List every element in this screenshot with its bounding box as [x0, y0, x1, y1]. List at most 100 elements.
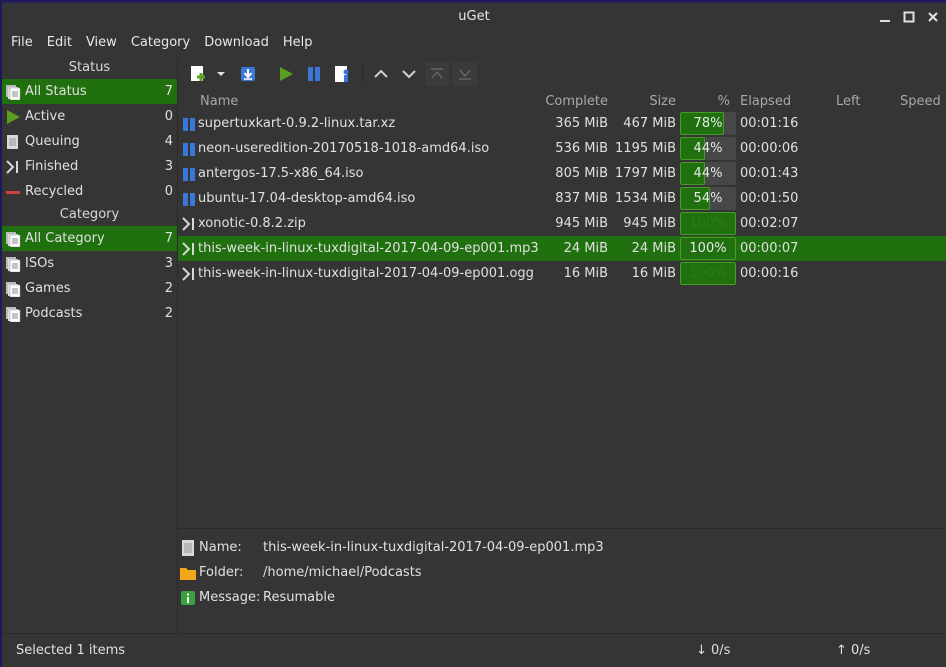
row-progress: 100%	[676, 212, 736, 235]
sidebar-item-queuing[interactable]: Queuing 4	[2, 129, 177, 154]
column-header-percent[interactable]: %	[676, 94, 734, 109]
table-row[interactable]: antergos-17.5-x86_64.iso 805 MiB 1797 MiB 4…	[178, 161, 946, 186]
sidebar-item-label: All Status	[25, 84, 87, 99]
row-name: xonotic-0.8.2.zip	[198, 216, 306, 231]
selection-status: Selected 1 items	[16, 643, 126, 658]
pause-icon	[178, 192, 198, 206]
finished-icon	[5, 159, 21, 175]
pause-icon	[178, 142, 198, 156]
move-top-button[interactable]	[425, 62, 449, 86]
minimize-icon	[880, 20, 890, 22]
menu-file[interactable]: File	[4, 31, 40, 55]
sidebar-item-count: 7	[164, 84, 173, 99]
row-elapsed: 00:00:06	[740, 141, 799, 156]
category-icon	[5, 231, 21, 247]
detail-folder-row: Folder: /home/michael/Podcasts	[178, 560, 946, 585]
table-row[interactable]: supertuxkart-0.9.2-linux.tar.xz 365 MiB 46…	[178, 111, 946, 136]
table-row[interactable]: neon-useredition-20170518-1018-amd64.iso…	[178, 136, 946, 161]
row-progress: 54%	[676, 187, 736, 210]
row-complete: 536 MiB	[555, 141, 608, 156]
row-progress: 100%	[676, 262, 736, 285]
table-row[interactable]: this-week-in-linux-tuxdigital-2017-04-09…	[178, 261, 946, 286]
table-row[interactable]: xonotic-0.8.2.zip 945 MiB 945 MiB 100% 00:02…	[178, 211, 946, 236]
minimize-button[interactable]	[878, 10, 892, 24]
document-icon	[180, 539, 196, 556]
download-list: Name Complete Size % Elapsed Left Speed …	[178, 91, 946, 529]
move-bottom-button[interactable]	[453, 62, 477, 86]
progress-bar: 100%	[680, 262, 736, 285]
start-button[interactable]	[274, 62, 298, 86]
table-row[interactable]: this-week-in-linux-tuxdigital-2017-04-09…	[178, 236, 946, 261]
sidebar-item-all-status[interactable]: All Status 7	[2, 79, 177, 104]
row-complete: 945 MiB	[555, 216, 608, 231]
progress-bar: 100%	[680, 212, 736, 235]
menu-view[interactable]: View	[79, 31, 124, 55]
upload-speed: ↑ 0/s	[836, 643, 871, 658]
row-complete: 365 MiB	[555, 116, 608, 131]
move-top-icon	[431, 68, 443, 79]
progress-text: 100%	[689, 241, 727, 256]
column-header-size[interactable]: Size	[608, 94, 676, 109]
progress-text: 54%	[693, 191, 723, 206]
sidebar-item-podcasts[interactable]: Podcasts 2	[2, 301, 177, 326]
table-row[interactable]: ubuntu-17.04-desktop-amd64.iso 837 MiB 153…	[178, 186, 946, 211]
detail-name-row: Name: this-week-in-linux-tuxdigital-2017…	[178, 535, 946, 560]
pause-icon	[308, 67, 320, 81]
row-size: 16 MiB	[631, 266, 676, 281]
chevron-up-icon	[374, 69, 388, 78]
titlebar[interactable]: uGet	[2, 3, 946, 31]
properties-icon	[335, 66, 349, 82]
sidebar-item-games[interactable]: Games 2	[2, 276, 177, 301]
close-button[interactable]	[926, 10, 940, 24]
detail-name-value: this-week-in-linux-tuxdigital-2017-04-09…	[263, 540, 604, 555]
column-header-left[interactable]: Left	[816, 94, 886, 109]
move-down-button[interactable]	[397, 62, 421, 86]
sidebar-item-all-category[interactable]: All Category 7	[2, 226, 177, 251]
progress-bar: 100%	[680, 237, 736, 260]
category-icon	[5, 256, 21, 272]
sidebar-item-finished[interactable]: Finished 3	[2, 154, 177, 179]
row-size: 467 MiB	[623, 116, 676, 131]
content-pane: Name Complete Size % Elapsed Left Speed …	[178, 57, 946, 633]
pause-button[interactable]	[302, 62, 326, 86]
sidebar-item-isos[interactable]: ISOs 3	[2, 251, 177, 276]
row-name: antergos-17.5-x86_64.iso	[198, 166, 364, 181]
row-name: this-week-in-linux-tuxdigital-2017-04-09…	[198, 266, 534, 281]
column-header-complete[interactable]: Complete	[538, 94, 608, 109]
window-controls	[878, 3, 940, 31]
chevron-down-icon	[217, 72, 225, 76]
sidebar-item-label: All Category	[25, 231, 105, 246]
progress-bar: 54%	[680, 187, 736, 210]
row-elapsed: 00:00:07	[740, 241, 799, 256]
new-download-dropdown[interactable]	[214, 62, 228, 86]
import-download-button[interactable]	[236, 62, 260, 86]
row-size: 1797 MiB	[615, 166, 676, 181]
move-up-button[interactable]	[369, 62, 393, 86]
menu-download[interactable]: Download	[197, 31, 276, 55]
row-complete: 24 MiB	[563, 241, 608, 256]
new-download-button[interactable]	[186, 62, 210, 86]
sidebar-item-count: 3	[164, 256, 173, 271]
sidebar-item-count: 0	[164, 109, 173, 124]
move-bottom-icon	[459, 69, 471, 80]
row-name: ubuntu-17.04-desktop-amd64.iso	[198, 191, 416, 206]
sidebar-item-label: ISOs	[25, 256, 55, 271]
menu-category[interactable]: Category	[124, 31, 197, 55]
maximize-icon	[903, 11, 915, 23]
row-name: this-week-in-linux-tuxdigital-2017-04-09…	[198, 241, 538, 256]
row-complete: 16 MiB	[563, 266, 608, 281]
sidebar-item-count: 2	[164, 306, 173, 321]
menu-edit[interactable]: Edit	[40, 31, 79, 55]
window-title: uGet	[458, 9, 490, 24]
close-icon	[928, 12, 938, 22]
sidebar-item-count: 0	[164, 184, 173, 199]
maximize-button[interactable]	[902, 10, 916, 24]
progress-bar: 44%	[680, 162, 736, 185]
properties-button[interactable]	[330, 62, 354, 86]
sidebar-item-recycled[interactable]: Recycled 0	[2, 179, 177, 204]
sidebar-item-active[interactable]: Active 0	[2, 104, 177, 129]
column-header-speed[interactable]: Speed	[886, 94, 946, 109]
menu-help[interactable]: Help	[276, 31, 320, 55]
column-header-name[interactable]: Name	[198, 94, 538, 109]
column-header-elapsed[interactable]: Elapsed	[734, 94, 816, 109]
